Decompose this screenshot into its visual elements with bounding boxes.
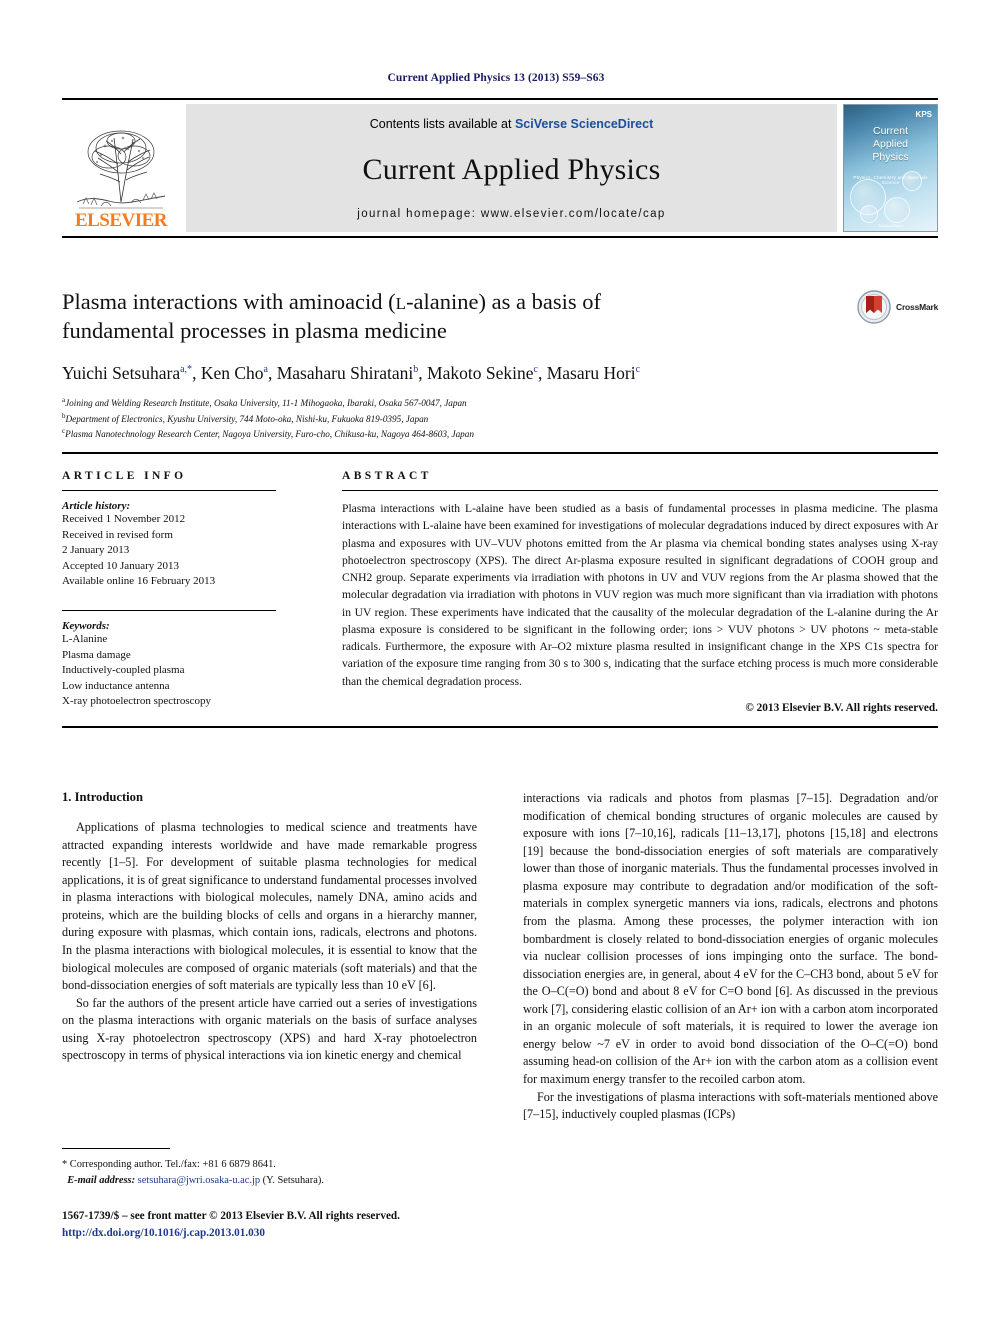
- author-name: Masaru Hori: [546, 362, 636, 383]
- author-affil-mark: c: [533, 363, 538, 375]
- crossmark-badge[interactable]: CrossMark: [857, 287, 941, 327]
- footnote-divider: [62, 1148, 170, 1149]
- journal-article-page: Current Applied Physics 13 (2013) S59–S6…: [0, 0, 992, 1323]
- page-footer: 1567-1739/$ – see front matter © 2013 El…: [62, 1208, 582, 1242]
- affiliation-item: cPlasma Nanotechnology Research Center, …: [62, 426, 852, 441]
- title-smallcap-l: L: [395, 294, 407, 313]
- elsevier-logo: ELSEVIER: [62, 104, 180, 232]
- info-abstract-band: ARTICLE INFO Article history: Received 1…: [62, 452, 938, 728]
- elsevier-wordmark: ELSEVIER: [74, 210, 168, 231]
- author-affil-mark: a,*: [180, 363, 193, 375]
- affiliation-text: Plasma Nanotechnology Research Center, N…: [65, 429, 474, 440]
- corresponding-author-footnote: * Corresponding author. Tel./fax: +81 6 …: [62, 1148, 477, 1188]
- paragraph: Applications of plasma technologies to m…: [62, 820, 477, 993]
- history-item: Accepted 10 January 2013: [62, 559, 179, 572]
- journal-homepage[interactable]: journal homepage: www.elsevier.com/locat…: [357, 208, 665, 220]
- divider: [62, 490, 276, 491]
- journal-title: Current Applied Physics: [362, 152, 661, 186]
- author-affil-mark: a: [263, 363, 268, 375]
- cover-title-line3: Physics: [872, 151, 909, 164]
- keywords-label: Keywords:: [62, 620, 110, 633]
- paragraph: interactions via radicals and photos fro…: [523, 791, 938, 1086]
- history-item: Available online 16 February 2013: [62, 575, 216, 588]
- keyword-item: Low inductance antenna: [62, 679, 170, 692]
- email-owner: (Y. Setsuhara).: [262, 1174, 324, 1186]
- issn-copyright-line: 1567-1739/$ – see front matter © 2013 El…: [62, 1210, 400, 1222]
- abstract-heading: ABSTRACT: [342, 470, 432, 482]
- author-name: Masaharu Shiratani: [276, 362, 414, 383]
- cover-bubble: [884, 197, 910, 223]
- affiliation-item: bDepartment of Electronics, Kyushu Unive…: [62, 411, 852, 426]
- cover-title: Current Applied Physics: [844, 125, 937, 164]
- abstract-column: ABSTRACT Plasma interactions with L-alai…: [294, 470, 938, 714]
- crossmark-icon: [857, 290, 891, 324]
- email-link[interactable]: setsuhara@jwri.osaka-u.ac.jp: [138, 1175, 260, 1186]
- body-column-right: interactions via radicals and photos fro…: [523, 790, 938, 1200]
- cover-bubble: [902, 171, 922, 191]
- article-info-heading: ARTICLE INFO: [62, 470, 187, 482]
- article-info-column: ARTICLE INFO Article history: Received 1…: [62, 470, 294, 714]
- author-name: Ken Cho: [200, 362, 264, 383]
- abstract-copyright: © 2013 Elsevier B.V. All rights reserved…: [745, 701, 938, 714]
- author-name: Makoto Sekine: [427, 362, 534, 383]
- page-title: Plasma interactions with aminoacid (L-al…: [62, 288, 852, 346]
- title-line1-prefix: Plasma interactions with aminoacid (: [62, 289, 396, 314]
- title-block: Plasma interactions with aminoacid (L-al…: [62, 288, 852, 441]
- journal-masthead: ELSEVIER Contents lists available at Sci…: [62, 98, 938, 238]
- author-affil-mark: b: [413, 363, 419, 375]
- keyword-item: Plasma damage: [62, 648, 131, 661]
- author-affil-mark: c: [635, 363, 641, 375]
- title-line2: fundamental processes in plasma medicine: [62, 317, 447, 343]
- keyword-item: L-Alanine: [62, 633, 108, 646]
- keywords-block: Keywords: L-Alanine Plasma damage Induct…: [62, 610, 276, 710]
- journal-cover-thumbnail: KPS Current Applied Physics Physics, Che…: [843, 104, 938, 232]
- footnote-email-line: E-mail address: setsuhara@jwri.osaka-u.a…: [62, 1173, 477, 1189]
- contents-prefix: Contents lists available at: [369, 117, 515, 131]
- elsevier-tree-icon: [73, 125, 169, 209]
- paragraph: So far the authors of the present articl…: [62, 995, 477, 1063]
- section-heading-introduction: 1. Introduction: [62, 790, 143, 804]
- abstract-text: Plasma interactions with L-alaine have b…: [342, 502, 938, 688]
- affiliation-text: Joining and Welding Research Institute, …: [65, 398, 467, 409]
- cover-title-line2: Applied: [872, 138, 909, 151]
- email-address-label: E-mail address:: [67, 1174, 136, 1186]
- title-line1-suffix: -alanine) as a basis of: [406, 289, 601, 314]
- body-columns: 1. Introduction Applications of plasma t…: [62, 790, 938, 1200]
- doi-link[interactable]: http://dx.doi.org/10.1016/j.cap.2013.01.…: [62, 1225, 582, 1242]
- masthead-center: Contents lists available at SciVerse Sci…: [186, 104, 837, 232]
- article-history-list: Received 1 November 2012 Received in rev…: [62, 512, 276, 590]
- sciencedirect-link[interactable]: SciVerse ScienceDirect: [515, 117, 653, 131]
- article-history-label: Article history:: [62, 500, 131, 512]
- keyword-item: Inductively-coupled plasma: [62, 664, 185, 677]
- keyword-item: X-ray photoelectron spectroscopy: [62, 695, 212, 708]
- cover-society-logo: KPS: [915, 110, 932, 119]
- affiliation-item: aJoining and Welding Research Institute,…: [62, 395, 852, 410]
- history-item: 2 January 2013: [62, 544, 130, 557]
- cover-footer: ScienceDirect: [878, 223, 903, 228]
- affiliation-list: aJoining and Welding Research Institute,…: [62, 395, 852, 441]
- divider: [342, 490, 938, 491]
- affiliation-text: Department of Electronics, Kyushu Univer…: [65, 413, 429, 424]
- author-list: Yuichi Setsuharaa,*, Ken Choa, Masaharu …: [62, 362, 641, 383]
- body-column-left: 1. Introduction Applications of plasma t…: [62, 790, 477, 1200]
- keywords-list: L-Alanine Plasma damage Inductively-coup…: [62, 632, 276, 710]
- footnote-corresponding: * Corresponding author. Tel./fax: +81 6 …: [62, 1159, 276, 1170]
- crossmark-label: CrossMark: [896, 302, 939, 312]
- paragraph: For the investigations of plasma interac…: [523, 1089, 938, 1122]
- history-item: Received 1 November 2012: [62, 513, 186, 525]
- cover-bubble: [860, 205, 878, 223]
- cover-title-line1: Current: [872, 125, 908, 137]
- running-head: Current Applied Physics 13 (2013) S59–S6…: [387, 72, 605, 84]
- history-item: Received in revised form: [62, 528, 173, 541]
- divider: [62, 610, 276, 612]
- contents-available-line: Contents lists available at SciVerse Sci…: [370, 117, 654, 131]
- author-name: Yuichi Setsuhara: [62, 362, 181, 383]
